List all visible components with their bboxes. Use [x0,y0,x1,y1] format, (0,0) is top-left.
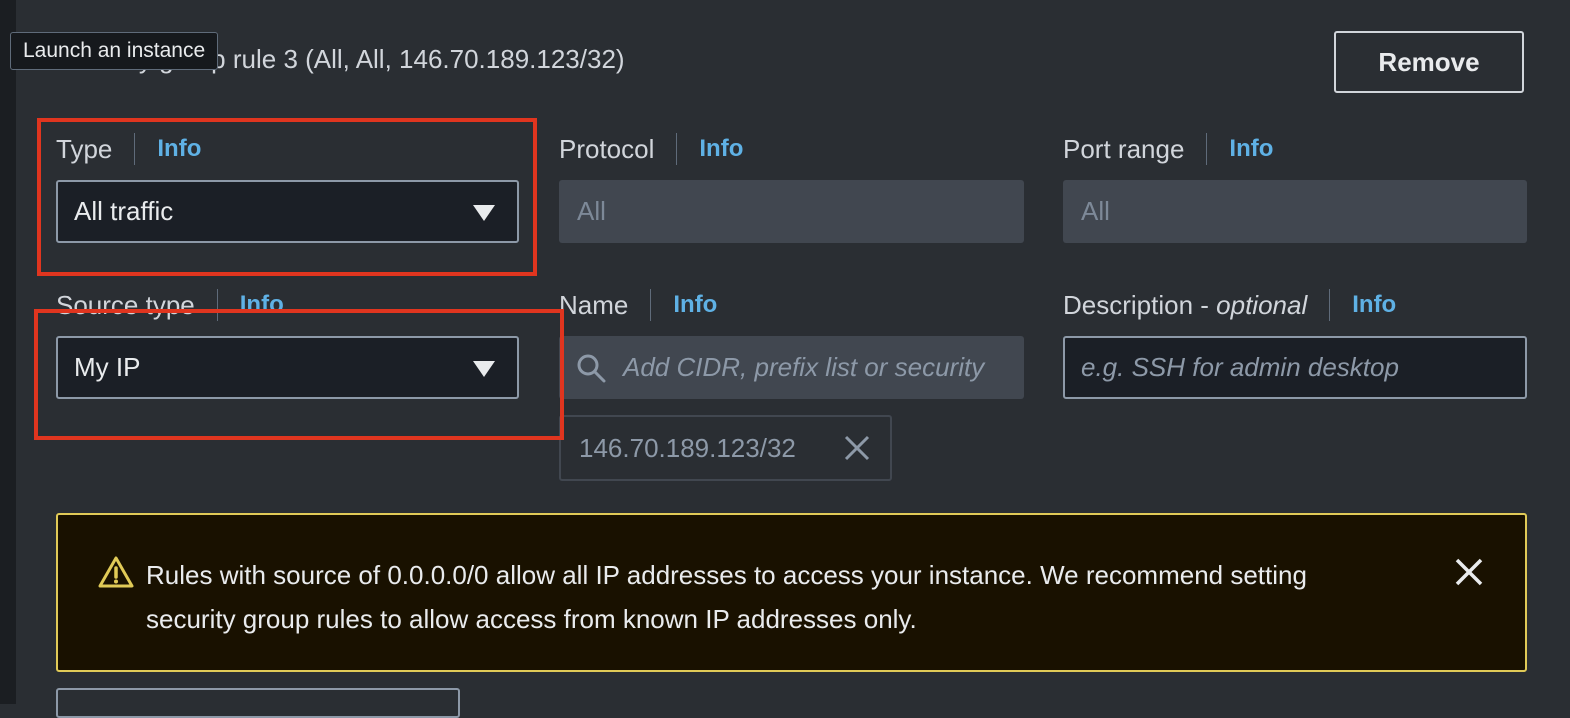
source-type-info-link[interactable]: Info [240,291,284,319]
source-type-select[interactable]: My IP [56,336,519,399]
port-range-info-link[interactable]: Info [1229,135,1273,163]
type-info-link[interactable]: Info [157,135,201,163]
caret-down-icon [473,361,495,377]
source-type-select-value: My IP [74,352,141,382]
source-search-input[interactable]: Add CIDR, prefix list or security [559,336,1024,399]
warning-icon [98,556,134,588]
protocol-value: All [577,196,606,226]
warning-alert: Rules with source of 0.0.0.0/0 allow all… [56,513,1527,672]
type-label-row: Type Info [56,133,201,165]
remove-button[interactable]: Remove [1334,31,1524,93]
caret-down-icon [473,205,495,221]
source-token-label: 146.70.189.123/32 [579,432,796,463]
label-divider [1329,289,1331,321]
description-info-link[interactable]: Info [1352,291,1396,319]
protocol-info-link[interactable]: Info [699,135,743,163]
source-type-label: Source type [56,289,195,320]
port-range-label: Port range [1063,133,1185,164]
label-divider [676,133,678,165]
protocol-input: All [559,180,1024,243]
description-optional-label: optional [1216,289,1308,320]
protocol-label-row: Protocol Info [559,133,743,165]
label-divider [134,133,136,165]
port-range-value: All [1081,196,1110,226]
name-label: Name [559,289,629,320]
protocol-label: Protocol [559,133,655,164]
description-placeholder: e.g. SSH for admin desktop [1081,352,1399,382]
label-divider [650,289,652,321]
close-icon[interactable] [842,433,872,463]
next-control-partial[interactable] [56,688,460,718]
label-divider [216,289,218,321]
label-divider [1206,133,1208,165]
source-token: 146.70.189.123/32 [559,415,892,481]
name-label-row: Name Info [559,289,717,321]
search-icon [577,354,606,382]
type-select[interactable]: All traffic [56,180,519,243]
type-label: Type [56,133,113,164]
close-icon[interactable] [1454,557,1484,587]
name-info-link[interactable]: Info [673,291,717,319]
port-range-input: All [1063,180,1527,243]
source-type-label-row: Source type Info [56,289,284,321]
tooltip: Launch an instance [10,32,219,70]
description-label-row: Description - optional Info [1063,289,1396,321]
source-search-placeholder: Add CIDR, prefix list or security [623,352,985,382]
left-edge-panel [0,0,16,704]
description-input[interactable]: e.g. SSH for admin desktop [1063,336,1527,399]
type-select-value: All traffic [74,196,174,226]
port-range-label-row: Port range Info [1063,133,1273,165]
warning-message: Rules with source of 0.0.0.0/0 allow all… [146,560,1307,634]
description-label: Description - [1063,289,1217,320]
